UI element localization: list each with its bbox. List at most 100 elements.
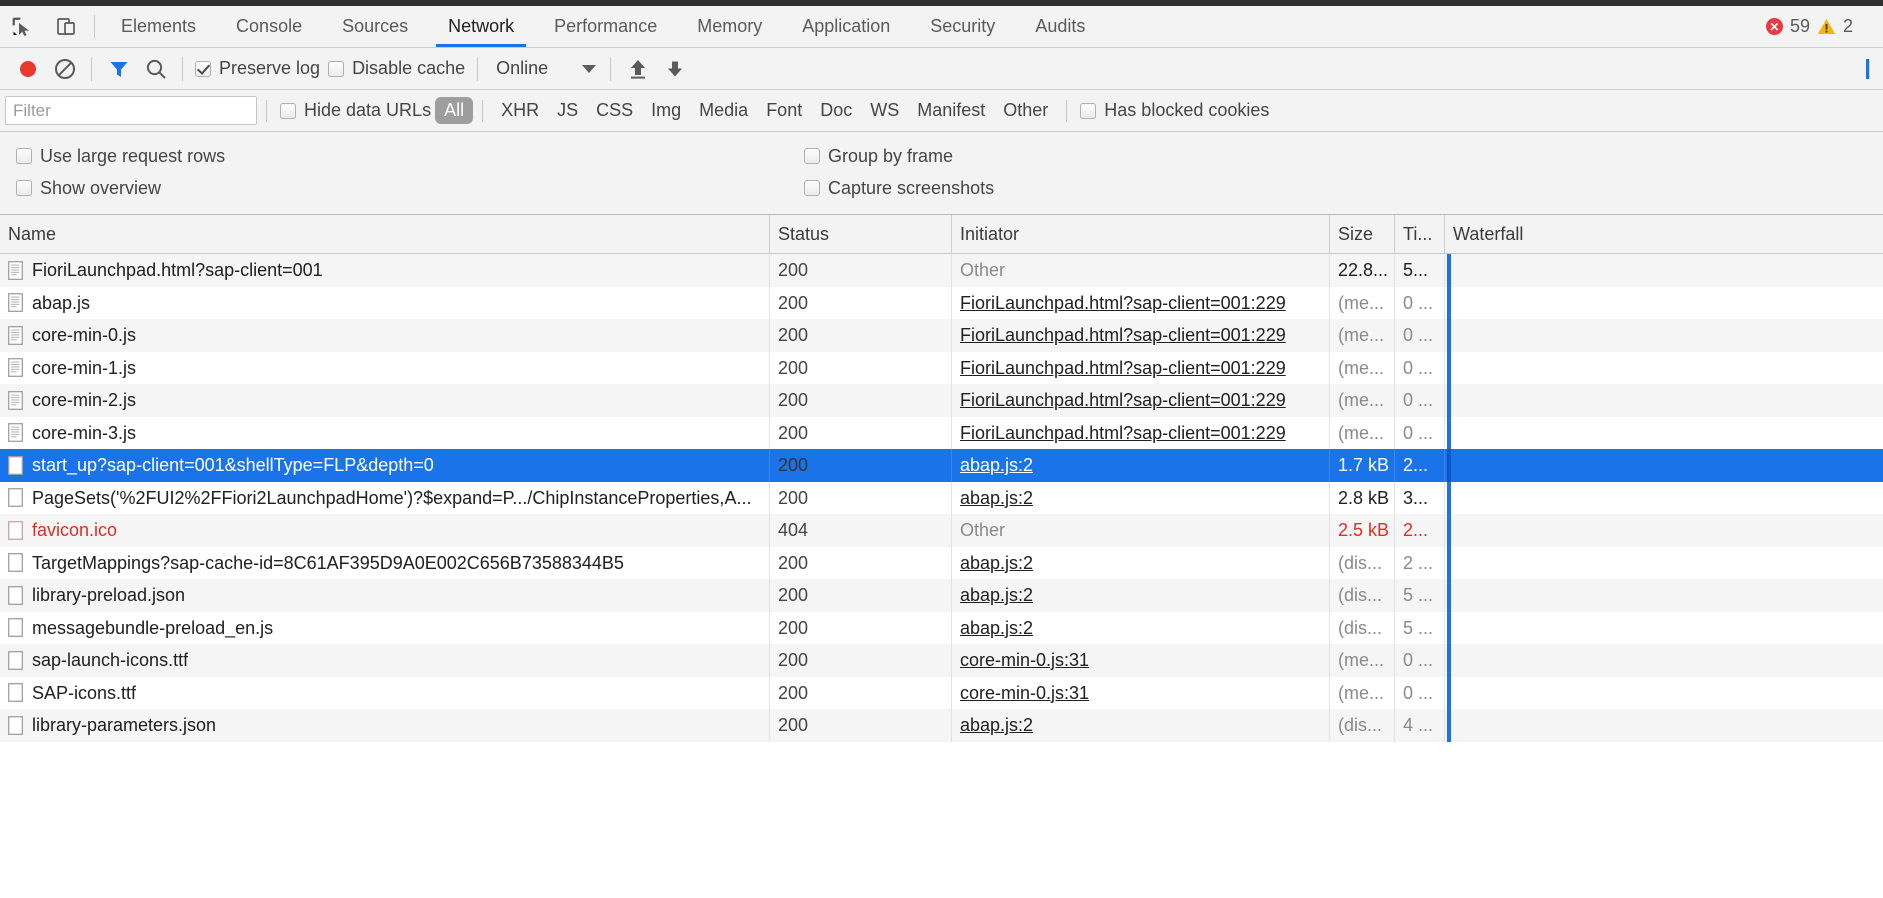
column-header-waterfall[interactable]: Waterfall (1445, 215, 1883, 253)
show-overview-checkbox[interactable]: Show overview (12, 178, 800, 199)
cell-waterfall[interactable] (1445, 254, 1883, 287)
type-filter-media[interactable]: Media (690, 97, 757, 124)
initiator-link[interactable]: FioriLaunchpad.html?sap-client=001:229 (960, 325, 1286, 345)
record-button[interactable] (9, 50, 46, 87)
column-header-size[interactable]: Size (1330, 215, 1395, 253)
group-by-frame-checkbox[interactable]: Group by frame (800, 146, 957, 167)
tab-console[interactable]: Console (216, 6, 322, 47)
preserve-log-checkbox[interactable]: Preserve log (191, 58, 324, 79)
document-icon (8, 651, 23, 670)
column-header-status[interactable]: Status (770, 215, 952, 253)
table-row[interactable]: core-min-0.js200FioriLaunchpad.html?sap-… (0, 319, 1883, 352)
tab-audits[interactable]: Audits (1015, 6, 1105, 47)
tab-sources[interactable]: Sources (322, 6, 428, 47)
type-filter-doc[interactable]: Doc (811, 97, 861, 124)
tab-application[interactable]: Application (782, 6, 910, 47)
cell-waterfall[interactable] (1445, 287, 1883, 320)
table-row[interactable]: SAP-icons.ttf200core-min-0.js:31(me...0 … (0, 677, 1883, 710)
cell-waterfall[interactable] (1445, 384, 1883, 417)
initiator-link[interactable]: abap.js:2 (960, 488, 1033, 508)
cell-waterfall[interactable] (1445, 677, 1883, 710)
initiator-link[interactable]: abap.js:2 (960, 455, 1033, 475)
tab-memory[interactable]: Memory (677, 6, 782, 47)
cell-initiator: core-min-0.js:31 (952, 677, 1330, 710)
request-name: core-min-3.js (32, 417, 136, 450)
filter-button[interactable] (100, 50, 137, 87)
type-filter-other[interactable]: Other (994, 97, 1057, 124)
cell-waterfall[interactable] (1445, 482, 1883, 515)
type-filter-manifest[interactable]: Manifest (908, 97, 994, 124)
table-row[interactable]: library-parameters.json200abap.js:2(dis.… (0, 709, 1883, 742)
column-header-initiator[interactable]: Initiator (952, 215, 1330, 253)
initiator-link[interactable]: core-min-0.js:31 (960, 650, 1089, 670)
table-row[interactable]: PageSets('%2FUI2%2FFiori2LaunchpadHome')… (0, 482, 1883, 515)
type-filter-css[interactable]: CSS (587, 97, 642, 124)
cell-size: (dis... (1330, 579, 1395, 612)
import-har-button[interactable] (619, 50, 656, 87)
table-row[interactable]: abap.js200FioriLaunchpad.html?sap-client… (0, 287, 1883, 320)
settings-icon[interactable] (1859, 57, 1883, 81)
hide-data-urls-checkbox[interactable]: Hide data URLs (276, 100, 435, 121)
issue-counters[interactable]: ✕ 59 2 (1766, 6, 1883, 47)
cell-waterfall[interactable] (1445, 579, 1883, 612)
tab-security[interactable]: Security (910, 6, 1015, 47)
capture-screenshots-checkbox[interactable]: Capture screenshots (800, 178, 998, 199)
type-filter-all[interactable]: All (435, 97, 473, 124)
initiator-link[interactable]: abap.js:2 (960, 618, 1033, 638)
initiator-link[interactable]: FioriLaunchpad.html?sap-client=001:229 (960, 423, 1286, 443)
table-row[interactable]: core-min-1.js200FioriLaunchpad.html?sap-… (0, 352, 1883, 385)
column-header-name[interactable]: Name (0, 215, 770, 253)
type-filter-img[interactable]: Img (642, 97, 690, 124)
table-row[interactable]: core-min-2.js200FioriLaunchpad.html?sap-… (0, 384, 1883, 417)
table-row[interactable]: library-preload.json200abap.js:2(dis...5… (0, 579, 1883, 612)
cell-waterfall[interactable] (1445, 547, 1883, 580)
initiator-link[interactable]: abap.js:2 (960, 553, 1033, 573)
type-filter-xhr[interactable]: XHR (492, 97, 548, 124)
device-toolbar-icon[interactable] (44, 6, 88, 47)
type-filter-js[interactable]: JS (548, 97, 587, 124)
type-filter-font[interactable]: Font (757, 97, 811, 124)
table-row[interactable]: favicon.ico404Other2.5 kB2... (0, 514, 1883, 547)
tab-network[interactable]: Network (428, 6, 534, 47)
export-har-button[interactable] (656, 50, 693, 87)
toolbar-divider (477, 57, 478, 81)
initiator-link[interactable]: FioriLaunchpad.html?sap-client=001:229 (960, 390, 1286, 410)
tab-performance[interactable]: Performance (534, 6, 677, 47)
cell-waterfall[interactable] (1445, 709, 1883, 742)
request-name: core-min-2.js (32, 384, 136, 417)
column-header-time[interactable]: Ti... (1395, 215, 1445, 253)
throttling-dropdown[interactable]: Online (486, 58, 602, 79)
initiator-link[interactable]: core-min-0.js:31 (960, 683, 1089, 703)
cell-waterfall[interactable] (1445, 352, 1883, 385)
request-name: favicon.ico (32, 514, 117, 547)
has-blocked-cookies-checkbox[interactable]: Has blocked cookies (1076, 100, 1273, 121)
type-filter-ws[interactable]: WS (861, 97, 908, 124)
initiator-link[interactable]: abap.js:2 (960, 715, 1033, 735)
clear-button[interactable] (46, 50, 83, 87)
inspect-element-icon[interactable] (0, 6, 44, 47)
table-row[interactable]: TargetMappings?sap-cache-id=8C61AF395D9A… (0, 547, 1883, 580)
table-row[interactable]: messagebundle-preload_en.js200abap.js:2(… (0, 612, 1883, 645)
cell-waterfall[interactable] (1445, 644, 1883, 677)
table-row[interactable]: FioriLaunchpad.html?sap-client=001200Oth… (0, 254, 1883, 287)
cell-waterfall[interactable] (1445, 417, 1883, 450)
initiator-link[interactable]: FioriLaunchpad.html?sap-client=001:229 (960, 293, 1286, 313)
disable-cache-checkbox[interactable]: Disable cache (324, 58, 469, 79)
cell-waterfall[interactable] (1445, 514, 1883, 547)
cell-waterfall[interactable] (1445, 612, 1883, 645)
document-icon (8, 293, 23, 312)
search-button[interactable] (137, 50, 174, 87)
tab-elements[interactable]: Elements (101, 6, 216, 47)
filter-input[interactable] (5, 96, 257, 125)
table-row[interactable]: core-min-3.js200FioriLaunchpad.html?sap-… (0, 417, 1883, 450)
cell-initiator: abap.js:2 (952, 709, 1330, 742)
cell-name: SAP-icons.ttf (0, 677, 770, 710)
cell-waterfall[interactable] (1445, 319, 1883, 352)
table-row[interactable]: start_up?sap-client=001&shellType=FLP&de… (0, 449, 1883, 482)
initiator-link[interactable]: FioriLaunchpad.html?sap-client=001:229 (960, 358, 1286, 378)
error-count: 59 (1790, 16, 1810, 37)
table-row[interactable]: sap-launch-icons.ttf200core-min-0.js:31(… (0, 644, 1883, 677)
cell-waterfall[interactable] (1445, 449, 1883, 482)
initiator-link[interactable]: abap.js:2 (960, 585, 1033, 605)
use-large-request-rows-checkbox[interactable]: Use large request rows (12, 146, 800, 167)
